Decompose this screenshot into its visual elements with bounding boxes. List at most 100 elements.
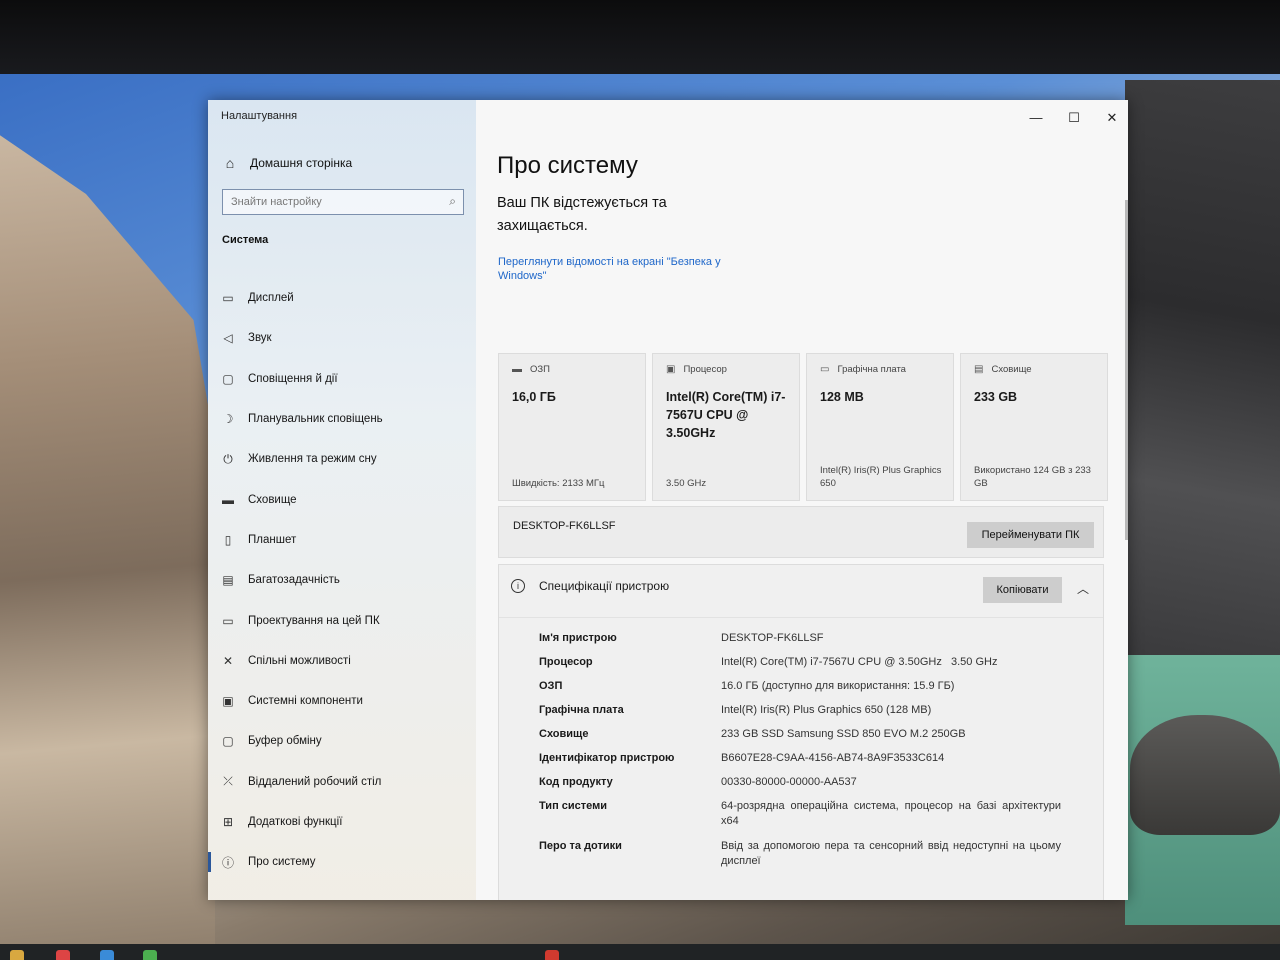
app-icon[interactable] <box>545 950 559 960</box>
speaker-icon: ◁ <box>223 331 233 346</box>
spec-cards: ▬ ОЗП 16,0 ГБ Швидкість: 2133 МГц ▣ Процес… <box>498 353 1108 501</box>
spec-label: Ім'я пристрою <box>539 632 617 644</box>
spec-label: ОЗП <box>539 680 563 692</box>
spec-row: Процесор Intel(R) Core(TM) i7-7567U CPU … <box>539 655 1069 670</box>
window-controls: — ☐ ✕ <box>1028 110 1120 126</box>
spec-row: Ідентифікатор пристрою B6607E28-C9AA-415… <box>539 751 1069 766</box>
rename-pc-button[interactable]: Перейменувати ПК <box>967 522 1094 548</box>
scrollbar[interactable] <box>1125 200 1128 540</box>
card-value: 233 GB <box>974 390 1018 404</box>
sidebar-item-remote-desktop[interactable]: ⤫ Віддалений робочий стіл <box>208 762 476 802</box>
home-link[interactable]: ⌂ Домашня сторінка <box>222 152 352 174</box>
specs-header[interactable]: i Специфікації пристрою <box>511 579 669 593</box>
card-title: Сховище <box>991 364 1032 375</box>
spec-row: Тип системи 64-розрядна операційна систе… <box>539 799 1069 829</box>
maximize-icon[interactable]: ☐ <box>1066 110 1082 126</box>
copy-button[interactable]: Копіювати <box>983 577 1062 603</box>
spec-row: Ім'я пристрою DESKTOP-FK6LLSF <box>539 631 1069 646</box>
monitor-bezel <box>0 0 1280 78</box>
card-value: Intel(R) Core(TM) i7-7567U CPU @ 3.50GHz <box>666 390 786 440</box>
spec-row: Графічна плата Intel(R) Iris(R) Plus Gra… <box>539 703 1069 718</box>
spec-value: 00330-80000-00000-AA537 <box>721 776 857 788</box>
multitasking-icon: ▤ <box>222 573 234 588</box>
sidebar-item-label: Планшет <box>248 533 297 546</box>
sidebar-item-about[interactable]: ⓘ Про систему <box>208 842 476 882</box>
sidebar-item-sound[interactable]: ◁ Звук <box>208 318 476 358</box>
sidebar-item-label: Проектування на цей ПК <box>248 614 380 627</box>
shared-icon: ✕ <box>222 653 234 668</box>
sidebar-item-power[interactable]: ⏻ Живлення та режим сну <box>208 439 476 479</box>
edge-icon[interactable] <box>100 950 114 960</box>
sidebar-item-projecting[interactable]: ▭ Проектування на цей ПК <box>208 600 476 640</box>
monitor-icon: ▭ <box>222 291 234 306</box>
info-icon: i <box>511 579 525 593</box>
spec-value: DESKTOP-FK6LLSF <box>721 632 824 644</box>
spec-row: Код продукту 00330-80000-00000-AA537 <box>539 775 1069 790</box>
specs-list: Ім'я пристрою DESKTOP-FK6LLSF Процесор I… <box>539 631 1069 869</box>
file-explorer-icon[interactable] <box>10 950 24 960</box>
sidebar-item-label: Спільні можливості <box>248 654 351 667</box>
sidebar-item-system-components[interactable]: ▣ Системні компоненти <box>208 681 476 721</box>
spec-value: Intel(R) Core(TM) i7-7567U CPU @ 3.50GHz… <box>721 656 998 668</box>
sidebar-item-storage[interactable]: ▬ Сховище <box>208 479 476 519</box>
storage-card: ▤ Сховище 233 GB Використано 124 GB з 233… <box>960 353 1108 501</box>
gpu-icon: ▭ <box>820 364 830 375</box>
spec-label: Тип системи <box>539 800 608 812</box>
card-title: ОЗП <box>530 364 550 375</box>
card-sub: Швидкість: 2133 МГц <box>512 478 605 489</box>
nav-list: ▭ Дисплей ◁ Звук ▢ Сповіщення й дії ☽ Пл… <box>208 278 476 882</box>
taskbar <box>0 944 1280 960</box>
cpu-icon: ▣ <box>666 364 676 375</box>
sidebar-item-label: Системні компоненти <box>248 695 363 708</box>
remote-desktop-icon: ⤫ <box>223 774 233 789</box>
sidebar-item-display[interactable]: ▭ Дисплей <box>208 278 476 318</box>
spec-label: Графічна плата <box>539 704 624 716</box>
sidebar-item-optional-features[interactable]: ⊞ Додаткові функції <box>208 802 476 842</box>
sidebar-item-tablet[interactable]: ▯ Планшет <box>208 520 476 560</box>
wallpaper-rock <box>1130 715 1280 835</box>
spec-value: 64-розрядна операційна система, процесор… <box>721 800 1061 827</box>
projecting-icon: ▭ <box>222 613 234 628</box>
spec-label: Перо та дотики <box>539 840 622 852</box>
device-specs-panel: i Специфікації пристрою Копіювати ︿ Ім'я… <box>498 564 1104 900</box>
card-value: 128 MB <box>820 390 864 404</box>
sidebar: Налаштування ⌂ Домашня сторінка ⌕ Систем… <box>208 100 476 900</box>
sidebar-item-label: Сховище <box>248 493 297 506</box>
storage-icon: ▤ <box>974 364 984 375</box>
card-value: 16,0 ГБ <box>512 390 556 404</box>
sidebar-item-label: Сповіщення й дії <box>248 372 338 385</box>
notification-icon: ▢ <box>222 371 234 386</box>
app-icon[interactable] <box>143 950 157 960</box>
sidebar-item-label: Про систему <box>248 856 316 869</box>
add-features-icon: ⊞ <box>222 815 234 829</box>
spec-value: B6607E28-C9AA-4156-AB74-8A9F3533C614 <box>721 752 945 764</box>
search-input[interactable] <box>231 196 431 208</box>
spec-row: Перо та дотики Ввід за допомогою пера та… <box>539 839 1069 869</box>
moon-icon: ☽ <box>222 412 234 427</box>
minimize-icon[interactable]: — <box>1028 110 1044 126</box>
sidebar-item-label: Буфер обміну <box>248 735 322 748</box>
security-link[interactable]: Переглянути відомості на екрані "Безпека… <box>498 255 758 283</box>
storage-icon: ▬ <box>222 492 234 507</box>
chevron-up-icon[interactable]: ︿ <box>1077 580 1089 597</box>
chrome-icon[interactable] <box>56 950 70 960</box>
sidebar-item-notifications[interactable]: ▢ Сповіщення й дії <box>208 359 476 399</box>
sidebar-item-multitasking[interactable]: ▤ Багатозадачність <box>208 560 476 600</box>
spec-row: Сховище 233 GB SSD Samsung SSD 850 EVO M… <box>539 727 1069 742</box>
power-icon: ⏻ <box>223 451 233 466</box>
sidebar-item-label: Звук <box>248 332 272 345</box>
sidebar-item-clipboard[interactable]: ▢ Буфер обміну <box>208 721 476 761</box>
search-icon[interactable]: ⌕ <box>449 194 456 209</box>
settings-window: Налаштування ⌂ Домашня сторінка ⌕ Систем… <box>208 100 1128 900</box>
spec-label: Процесор <box>539 656 593 668</box>
sidebar-item-focus-assist[interactable]: ☽ Планувальник сповіщень <box>208 399 476 439</box>
sidebar-item-shared-experiences[interactable]: ✕ Спільні можливості <box>208 641 476 681</box>
close-icon[interactable]: ✕ <box>1104 110 1120 126</box>
spec-label: Ідентифікатор пристрою <box>539 752 675 764</box>
search-box[interactable]: ⌕ <box>222 189 464 215</box>
sidebar-item-label: Дисплей <box>248 292 294 305</box>
page-title: Про систему <box>497 152 638 179</box>
info-icon: ⓘ <box>221 855 234 870</box>
sidebar-item-label: Живлення та режим сну <box>248 453 377 466</box>
components-icon: ▣ <box>222 694 234 709</box>
